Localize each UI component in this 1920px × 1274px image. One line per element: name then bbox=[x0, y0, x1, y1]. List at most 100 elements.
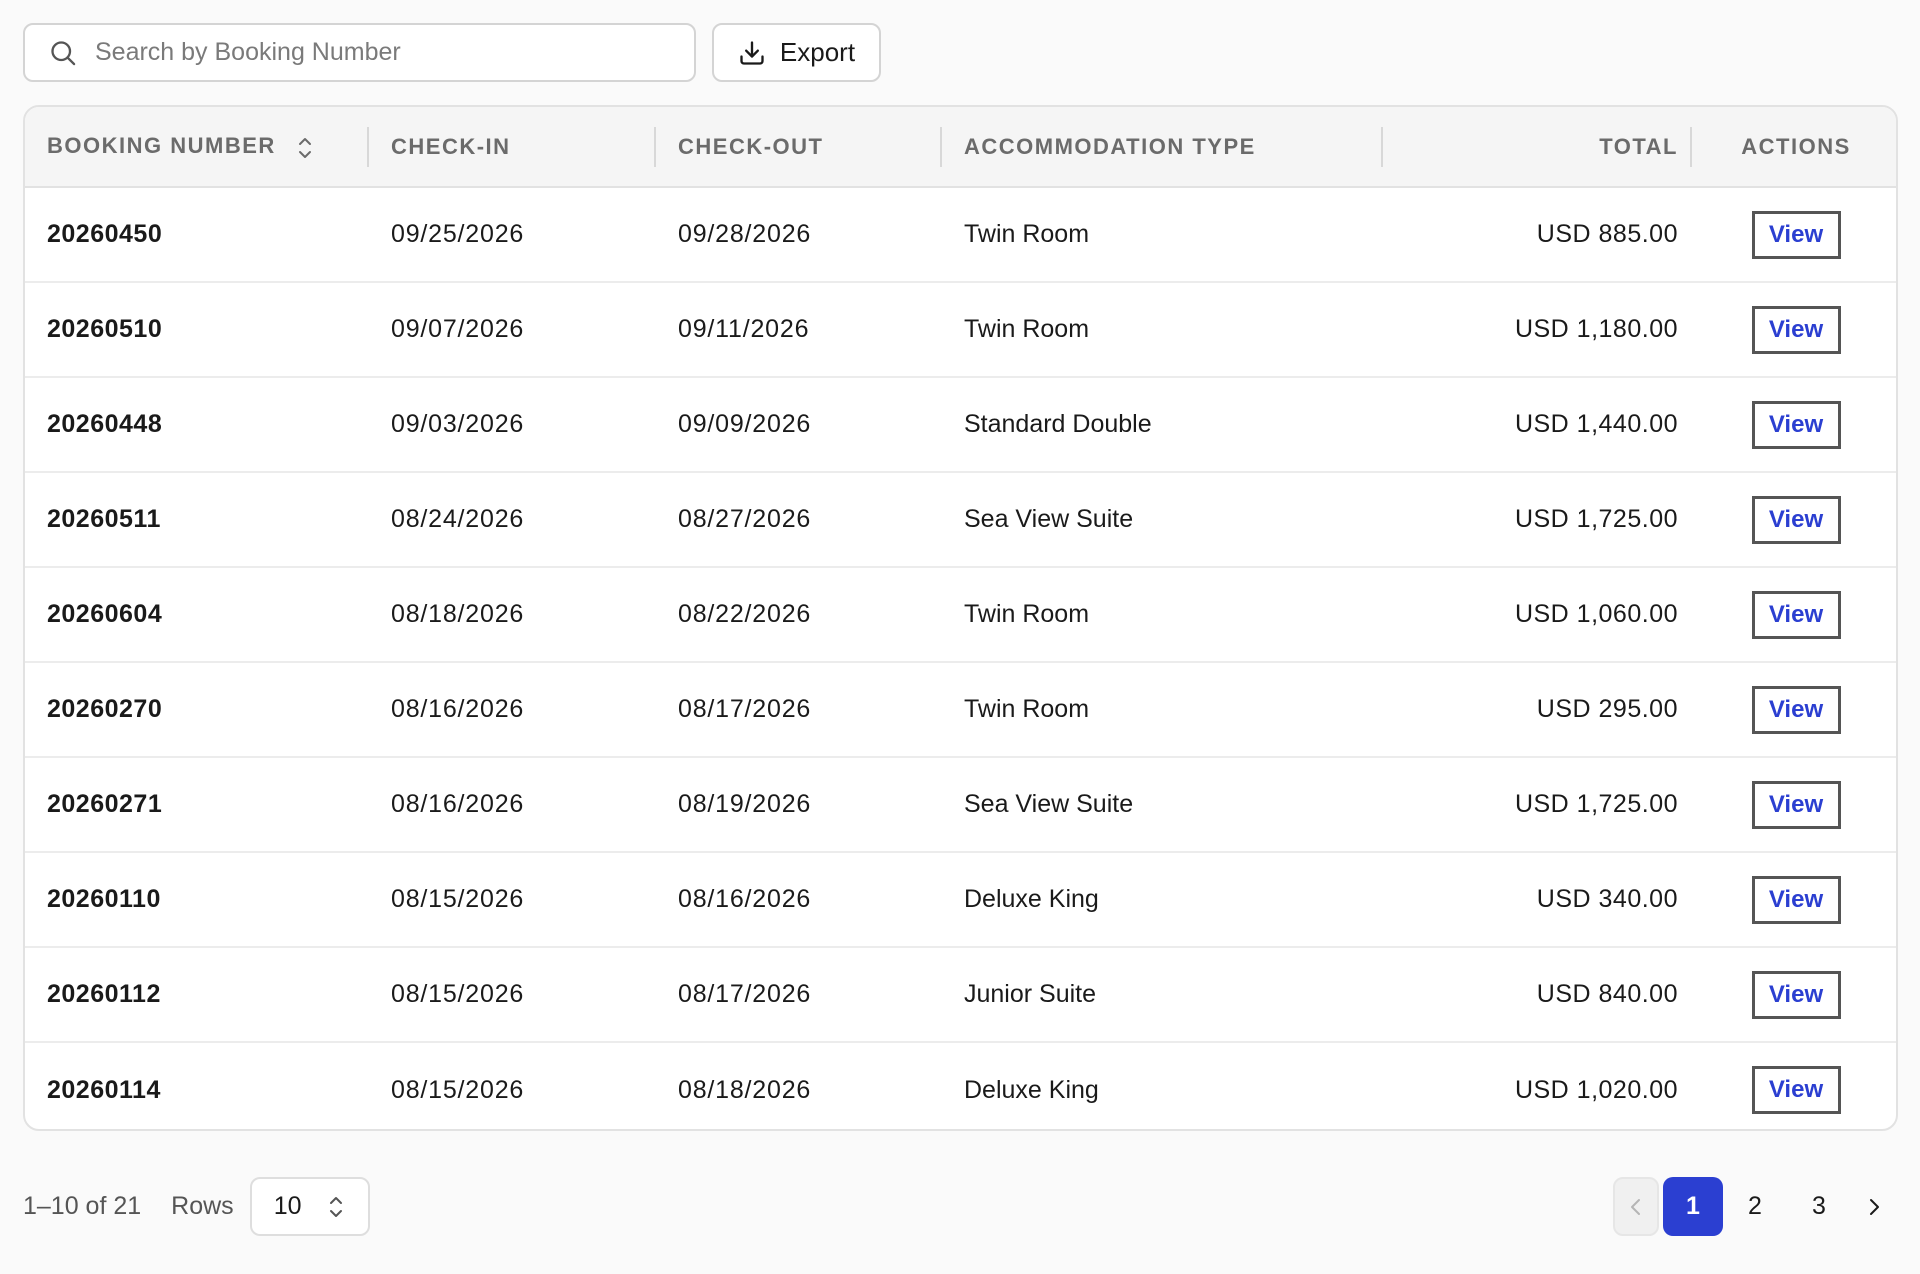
sort-icon[interactable] bbox=[297, 136, 313, 160]
rows-per-page-value: 10 bbox=[273, 1192, 302, 1220]
export-button-label: Export bbox=[779, 37, 856, 67]
table-row: 20260110 08/15/2026 08/16/2026 Deluxe Ki… bbox=[25, 852, 1896, 947]
booking-number-cell: 20260448 bbox=[47, 410, 163, 438]
bookings-table: BOOKING NUMBER CHECK-IN CHECK-OUT ACCOMM… bbox=[25, 107, 1896, 1129]
header-booking-number[interactable]: BOOKING NUMBER bbox=[25, 107, 369, 188]
page-button-2[interactable]: 2 bbox=[1723, 1177, 1787, 1236]
check-out-cell: 08/16/2026 bbox=[678, 885, 812, 913]
booking-number-cell: 20260110 bbox=[47, 885, 161, 913]
search-input[interactable] bbox=[95, 38, 655, 67]
export-button[interactable]: Export bbox=[712, 23, 881, 82]
check-out-cell: 09/09/2026 bbox=[678, 410, 812, 438]
total-cell: USD 1,020.00 bbox=[1514, 1075, 1678, 1104]
accommodation-type-cell: Twin Room bbox=[964, 695, 1090, 723]
check-out-cell: 09/28/2026 bbox=[678, 220, 812, 248]
check-in-cell: 08/18/2026 bbox=[391, 600, 525, 628]
bookings-page: Export BOOKING NUMBER bbox=[0, 0, 1920, 1274]
booking-number-cell: 20260510 bbox=[47, 315, 163, 343]
booking-number-cell: 20260450 bbox=[47, 220, 163, 248]
check-out-cell: 08/18/2026 bbox=[678, 1075, 812, 1104]
table-row: 20260271 08/16/2026 08/19/2026 Sea View … bbox=[25, 757, 1896, 852]
next-page-button[interactable] bbox=[1851, 1177, 1897, 1236]
check-out-cell: 08/22/2026 bbox=[678, 600, 812, 628]
page-button-1[interactable]: 1 bbox=[1663, 1177, 1723, 1236]
check-in-cell: 08/16/2026 bbox=[391, 790, 525, 818]
total-cell: USD 295.00 bbox=[1536, 695, 1678, 723]
view-button[interactable]: View bbox=[1751, 970, 1841, 1019]
view-button[interactable]: View bbox=[1751, 875, 1841, 924]
booking-number-cell: 20260112 bbox=[47, 980, 161, 1008]
table-header-row: BOOKING NUMBER CHECK-IN CHECK-OUT ACCOMM… bbox=[25, 107, 1896, 188]
table-row: 20260450 09/25/2026 09/28/2026 Twin Room… bbox=[25, 187, 1896, 282]
check-out-cell: 08/27/2026 bbox=[678, 505, 812, 533]
actions-cell: View bbox=[1692, 1042, 1896, 1129]
check-in-cell: 09/07/2026 bbox=[391, 315, 525, 343]
actions-cell: View bbox=[1692, 567, 1896, 662]
view-button[interactable]: View bbox=[1751, 400, 1841, 449]
actions-cell: View bbox=[1692, 282, 1896, 377]
total-cell: USD 1,440.00 bbox=[1514, 410, 1678, 438]
prev-page-button[interactable] bbox=[1613, 1177, 1659, 1236]
accommodation-type-cell: Deluxe King bbox=[964, 885, 1099, 913]
view-button[interactable]: View bbox=[1751, 210, 1841, 259]
accommodation-type-cell: Standard Double bbox=[964, 410, 1152, 438]
actions-cell: View bbox=[1692, 757, 1896, 852]
view-button[interactable]: View bbox=[1751, 305, 1841, 354]
actions-cell: View bbox=[1692, 662, 1896, 757]
accommodation-type-cell: Sea View Suite bbox=[964, 790, 1134, 818]
table-row: 20260510 09/07/2026 09/11/2026 Twin Room… bbox=[25, 282, 1896, 377]
total-cell: USD 1,060.00 bbox=[1514, 600, 1678, 628]
total-cell: USD 1,725.00 bbox=[1514, 505, 1678, 533]
view-button[interactable]: View bbox=[1751, 780, 1841, 829]
header-check-in: CHECK-IN bbox=[369, 107, 656, 188]
header-check-out: CHECK-OUT bbox=[656, 107, 942, 188]
view-button[interactable]: View bbox=[1751, 590, 1841, 639]
actions-cell: View bbox=[1692, 947, 1896, 1042]
page-button-3[interactable]: 3 bbox=[1787, 1177, 1851, 1236]
check-in-cell: 09/03/2026 bbox=[391, 410, 525, 438]
check-out-cell: 08/17/2026 bbox=[678, 695, 812, 723]
actions-cell: View bbox=[1692, 377, 1896, 472]
total-cell: USD 340.00 bbox=[1536, 885, 1678, 913]
range-text: 1–10 of 21 bbox=[23, 1192, 142, 1220]
check-in-cell: 08/15/2026 bbox=[391, 1075, 525, 1104]
rows-per-page-select[interactable]: 10 bbox=[249, 1177, 370, 1236]
check-out-cell: 08/17/2026 bbox=[678, 980, 812, 1008]
header-accommodation-type: ACCOMMODATION TYPE bbox=[942, 107, 1383, 188]
header-actions: ACTIONS bbox=[1692, 107, 1896, 188]
accommodation-type-cell: Deluxe King bbox=[964, 1075, 1099, 1104]
rows-label: Rows bbox=[171, 1192, 234, 1220]
check-out-cell: 09/11/2026 bbox=[678, 315, 810, 343]
booking-number-cell: 20260511 bbox=[47, 505, 161, 533]
toolbar: Export bbox=[23, 23, 881, 82]
accommodation-type-cell: Sea View Suite bbox=[964, 505, 1134, 533]
search-box[interactable] bbox=[23, 23, 696, 82]
chevron-left-icon bbox=[1631, 1198, 1640, 1215]
view-button[interactable]: View bbox=[1751, 495, 1841, 544]
view-button[interactable]: View bbox=[1751, 685, 1841, 734]
booking-number-cell: 20260604 bbox=[47, 600, 163, 628]
table-row: 20260511 08/24/2026 08/27/2026 Sea View … bbox=[25, 472, 1896, 567]
accommodation-type-cell: Junior Suite bbox=[964, 980, 1097, 1008]
view-button[interactable]: View bbox=[1751, 1066, 1841, 1114]
search-icon bbox=[51, 40, 76, 65]
pagination: 1 2 3 bbox=[1613, 1177, 1897, 1236]
table-row: 20260112 08/15/2026 08/17/2026 Junior Su… bbox=[25, 947, 1896, 1042]
check-in-cell: 08/15/2026 bbox=[391, 885, 525, 913]
check-out-cell: 08/19/2026 bbox=[678, 790, 812, 818]
table-row: 20260114 08/15/2026 08/18/2026 Deluxe Ki… bbox=[25, 1042, 1896, 1129]
total-cell: USD 1,725.00 bbox=[1514, 790, 1678, 818]
actions-cell: View bbox=[1692, 187, 1896, 282]
table-body: 20260450 09/25/2026 09/28/2026 Twin Room… bbox=[25, 187, 1896, 1129]
booking-number-cell: 20260270 bbox=[47, 695, 163, 723]
actions-cell: View bbox=[1692, 472, 1896, 567]
actions-cell: View bbox=[1692, 852, 1896, 947]
total-cell: USD 885.00 bbox=[1536, 220, 1678, 248]
header-total: TOTAL bbox=[1383, 107, 1692, 188]
total-cell: USD 1,180.00 bbox=[1514, 315, 1678, 343]
table-row: 20260604 08/18/2026 08/22/2026 Twin Room… bbox=[25, 567, 1896, 662]
table-row: 20260448 09/03/2026 09/09/2026 Standard … bbox=[25, 377, 1896, 472]
chevron-up-down-icon bbox=[329, 1196, 342, 1217]
bookings-table-card: BOOKING NUMBER CHECK-IN CHECK-OUT ACCOMM… bbox=[23, 105, 1898, 1131]
accommodation-type-cell: Twin Room bbox=[964, 315, 1090, 343]
